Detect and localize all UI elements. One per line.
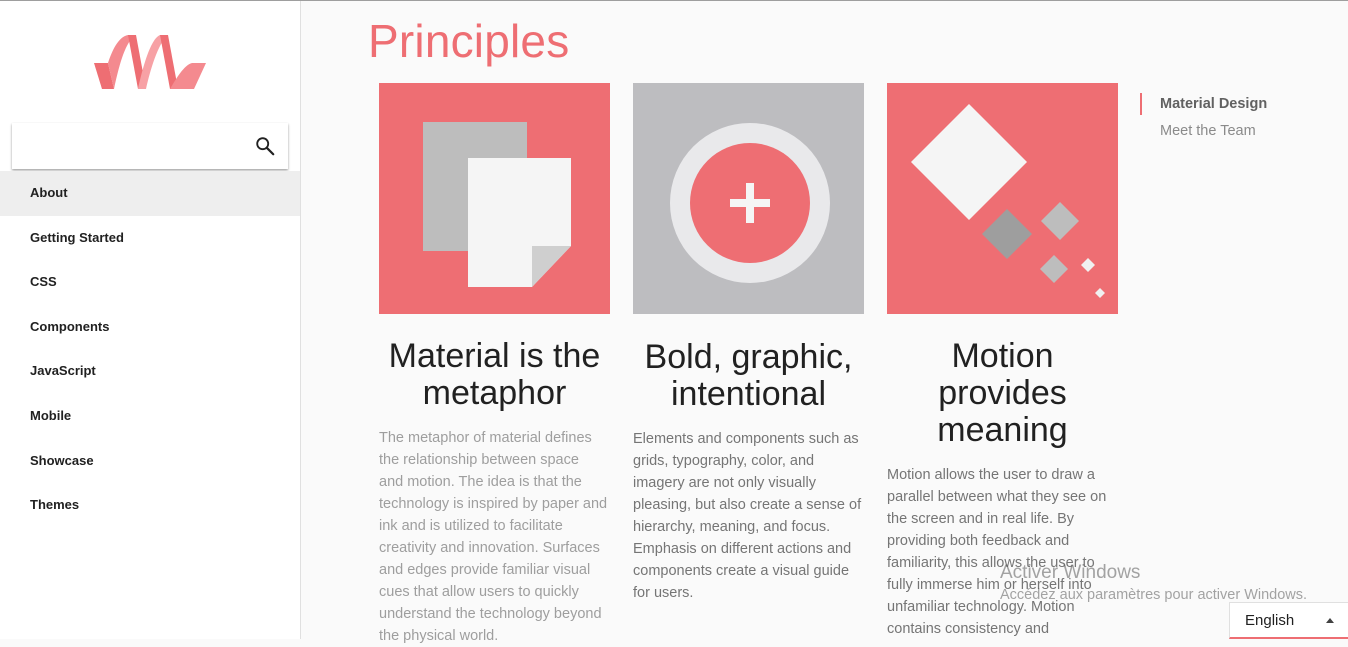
search-bar bbox=[12, 123, 288, 169]
search-input[interactable] bbox=[12, 123, 242, 169]
materialize-logo-icon[interactable] bbox=[94, 31, 206, 93]
windows-watermark-subtitle: Accédez aux paramètres pour activer Wind… bbox=[1000, 587, 1308, 603]
sidebar-item-javascript[interactable]: JavaScript bbox=[0, 349, 300, 394]
card-text-material: The metaphor of material defines the rel… bbox=[379, 430, 608, 644]
search-icon[interactable] bbox=[254, 135, 276, 157]
sidebar-item-mobile[interactable]: Mobile bbox=[0, 394, 300, 439]
card-text-motion: Motion allows the user to draw a paralle… bbox=[887, 467, 1107, 637]
sidebar-item-showcase[interactable]: Showcase bbox=[0, 439, 300, 484]
toc-item-meet-the-team[interactable]: Meet the Team bbox=[1140, 120, 1267, 147]
sidebar-item-themes[interactable]: Themes bbox=[0, 483, 300, 528]
card-title-material: Material is the metaphor bbox=[388, 337, 601, 412]
sidebar-nav: About Getting Started CSS Components Jav… bbox=[0, 171, 300, 528]
sidebar-item-components[interactable]: Components bbox=[0, 305, 300, 350]
diamond-shapes-icon bbox=[887, 83, 1118, 314]
toc-item-material-design[interactable]: Material Design bbox=[1140, 93, 1267, 120]
sidebar-item-css[interactable]: CSS bbox=[0, 260, 300, 305]
language-selected-label: English bbox=[1245, 612, 1295, 629]
card-title-motion: Motion provides meaning bbox=[937, 337, 1068, 449]
paper-sheets-icon bbox=[379, 83, 610, 314]
windows-watermark-title: Activer Windows bbox=[1000, 562, 1141, 583]
sidebar-item-about[interactable]: About bbox=[0, 171, 300, 216]
card-title-bold: Bold, graphic, intentional bbox=[644, 338, 853, 413]
card-text-bold: Elements and components such as grids, t… bbox=[633, 431, 862, 601]
sidebar: About Getting Started CSS Components Jav… bbox=[0, 1, 301, 639]
table-of-contents: Material Design Meet the Team bbox=[1140, 93, 1267, 147]
plus-circle-icon bbox=[633, 83, 864, 314]
sidebar-item-getting-started[interactable]: Getting Started bbox=[0, 216, 300, 261]
caret-up-icon bbox=[1326, 618, 1334, 623]
page-title: Principles bbox=[368, 15, 570, 67]
language-select[interactable]: English bbox=[1229, 602, 1348, 639]
